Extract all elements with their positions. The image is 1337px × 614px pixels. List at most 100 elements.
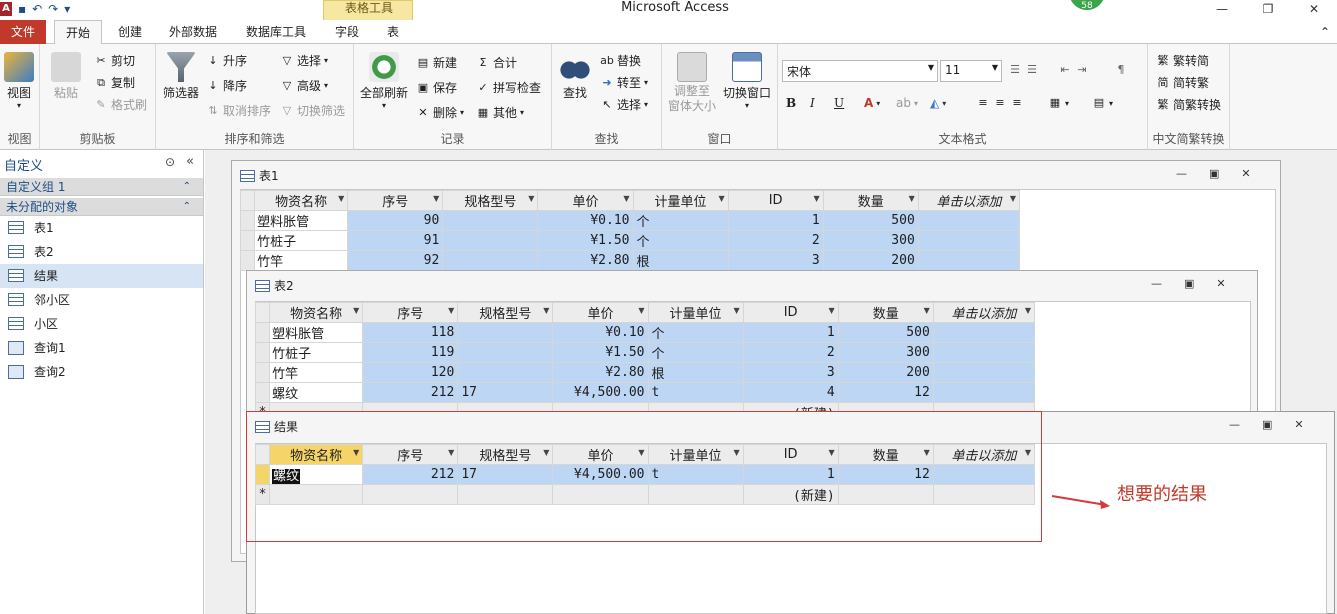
table-cell[interactable]: 4 <box>742 382 839 403</box>
fit-form-button[interactable]: 调整至 窗体大小 <box>666 52 718 114</box>
chevron-down-icon[interactable]: ▼ <box>829 306 835 315</box>
table-cell[interactable] <box>932 382 1036 403</box>
close-icon[interactable]: ✕ <box>1294 418 1303 431</box>
table-cell[interactable]: 12 <box>837 382 934 403</box>
font-name-select[interactable]: 宋体 ▼ <box>782 60 938 82</box>
maximize-icon[interactable]: ▣ <box>1262 418 1272 431</box>
column-header[interactable]: 计量单位 ▼ <box>632 190 729 211</box>
table-cell[interactable]: ¥1.50 <box>537 230 634 251</box>
view-button[interactable]: 视图 ▾ <box>2 52 36 110</box>
record-selector[interactable] <box>254 362 271 383</box>
table-cell[interactable]: 300 <box>837 342 934 363</box>
chevron-down-icon[interactable]: ▼ <box>448 306 454 315</box>
table-cell[interactable]: 个 <box>632 210 729 231</box>
chevron-down-icon[interactable]: ▼ <box>638 306 644 315</box>
table-cell[interactable] <box>917 230 1021 251</box>
table-cell[interactable] <box>932 362 1036 383</box>
minimize-icon[interactable]: — <box>1151 277 1162 290</box>
column-header[interactable]: 单击以添加 ▼ <box>932 302 1036 323</box>
collapse-pane-icon[interactable]: « <box>186 154 194 169</box>
find-button[interactable]: 查找 <box>558 52 592 101</box>
undo-icon[interactable]: ↶ <box>32 2 42 16</box>
table-cell[interactable]: ¥0.10 <box>537 210 634 231</box>
redo-icon[interactable]: ↷ <box>48 2 58 16</box>
nav-item-query2[interactable]: 查询2 <box>0 360 203 384</box>
convert-button[interactable]: 繁简繁转换 <box>1156 96 1222 113</box>
table-cell[interactable]: 200 <box>837 362 934 383</box>
table-cell[interactable] <box>457 322 554 343</box>
nav-header[interactable]: 自定义 ⊙ « <box>0 154 203 175</box>
close-icon[interactable]: ✕ <box>1216 277 1225 290</box>
tab-database-tools[interactable]: 数据库工具 <box>236 20 316 44</box>
minimize-icon[interactable]: — <box>1199 0 1245 20</box>
table-cell[interactable]: 118 <box>362 322 459 343</box>
s2t-button[interactable]: 简简转繁 <box>1156 74 1210 91</box>
column-header[interactable]: 单价 ▼ <box>552 302 649 323</box>
switch-window-button[interactable]: 切换窗口 ▾ <box>720 52 774 110</box>
select-all-corner[interactable] <box>239 190 256 211</box>
record-selector[interactable] <box>239 210 256 231</box>
bold-button[interactable]: B <box>786 96 796 110</box>
chevron-down-icon[interactable]: ▼ <box>1025 306 1031 315</box>
table-cell[interactable] <box>442 230 539 251</box>
chevron-down-icon[interactable]: ▼ <box>924 306 930 315</box>
nav-group-custom[interactable]: 自定义组 1 ⌃ <box>0 178 203 196</box>
table-cell[interactable]: ¥0.10 <box>552 322 649 343</box>
close-icon[interactable]: ✕ <box>1291 0 1337 20</box>
table-cell[interactable]: t <box>647 382 744 403</box>
column-header[interactable]: 单价 ▼ <box>537 190 634 211</box>
nav-item-neighbor-cell[interactable]: 邻小区 <box>0 288 203 312</box>
table-cell[interactable]: 500 <box>822 210 919 231</box>
collapse-ribbon-icon[interactable]: ⌃ <box>1315 20 1335 44</box>
record-selector[interactable] <box>239 250 256 271</box>
customize-qat-icon[interactable]: ▾ <box>64 2 70 16</box>
chevron-down-icon[interactable]: ▼ <box>909 194 915 203</box>
table-cell[interactable]: 个 <box>647 322 744 343</box>
nav-item-query1[interactable]: 查询1 <box>0 336 203 360</box>
select-all-corner[interactable] <box>254 302 271 323</box>
restore-icon[interactable]: ❐ <box>1245 0 1291 20</box>
column-header[interactable]: 计量单位 ▼ <box>647 302 744 323</box>
underline-button[interactable]: U <box>834 96 844 110</box>
filter-button[interactable]: 筛选器 <box>160 52 202 101</box>
table-cell[interactable] <box>457 342 554 363</box>
replace-button[interactable]: ab 替换 <box>600 52 641 69</box>
nav-item-result[interactable]: 结果 <box>0 264 203 288</box>
font-size-select[interactable]: 11 ▼ <box>940 60 1002 82</box>
table-row[interactable]: 竹桩子 119 ¥1.50 个 2 300 <box>254 342 1036 363</box>
table-cell[interactable]: 竹桩子 <box>254 230 349 251</box>
minimize-icon[interactable]: — <box>1176 167 1187 180</box>
table-row[interactable]: 螺纹 212 17 ¥4,500.00 t 4 12 <box>254 382 1036 403</box>
minimize-icon[interactable]: — <box>1229 418 1240 431</box>
alternate-row-button[interactable]: ▤ ▾ <box>1092 96 1113 110</box>
tab-create[interactable]: 创建 <box>108 20 152 44</box>
column-header[interactable]: 序号 ▼ <box>362 302 459 323</box>
collapse-group-icon[interactable]: ⌃ <box>183 178 191 196</box>
remove-sort-button[interactable]: ⇅ 取消排序 <box>206 102 271 119</box>
chevron-down-icon[interactable]: ▼ <box>718 194 724 203</box>
tab-home[interactable]: 开始 <box>54 20 102 45</box>
chevron-down-icon[interactable]: ▼ <box>814 194 820 203</box>
font-color-button[interactable]: A ▾ <box>864 96 880 110</box>
maximize-icon[interactable]: ▣ <box>1184 277 1194 290</box>
table-cell[interactable] <box>442 250 539 271</box>
totals-button[interactable]: Σ 合计 <box>476 54 518 71</box>
table-cell[interactable] <box>917 250 1021 271</box>
record-selector[interactable] <box>254 382 271 403</box>
fill-color-button[interactable]: ◭ ▾ <box>930 96 946 110</box>
record-selector[interactable] <box>239 230 256 251</box>
table-cell[interactable]: 竹桩子 <box>269 342 364 363</box>
table-cell[interactable]: ¥2.80 <box>552 362 649 383</box>
highlight-button[interactable]: ab ▾ <box>896 96 918 110</box>
table-cell[interactable]: 根 <box>632 250 729 271</box>
cut-button[interactable]: ✂ 剪切 <box>94 52 135 69</box>
new-record-button[interactable]: ▤ 新建 <box>416 54 457 71</box>
table-cell[interactable]: 2 <box>727 230 824 251</box>
indent-buttons[interactable]: ⇤ ⇥ <box>1058 63 1089 77</box>
table-cell[interactable]: 300 <box>822 230 919 251</box>
chevron-down-icon[interactable]: ▼ <box>623 194 629 203</box>
table-cell[interactable] <box>442 210 539 231</box>
table-cell[interactable]: 2 <box>742 342 839 363</box>
goto-button[interactable]: ➜ 转至 ▾ <box>600 74 648 91</box>
chevron-down-icon[interactable]: ▼ <box>1010 194 1016 203</box>
